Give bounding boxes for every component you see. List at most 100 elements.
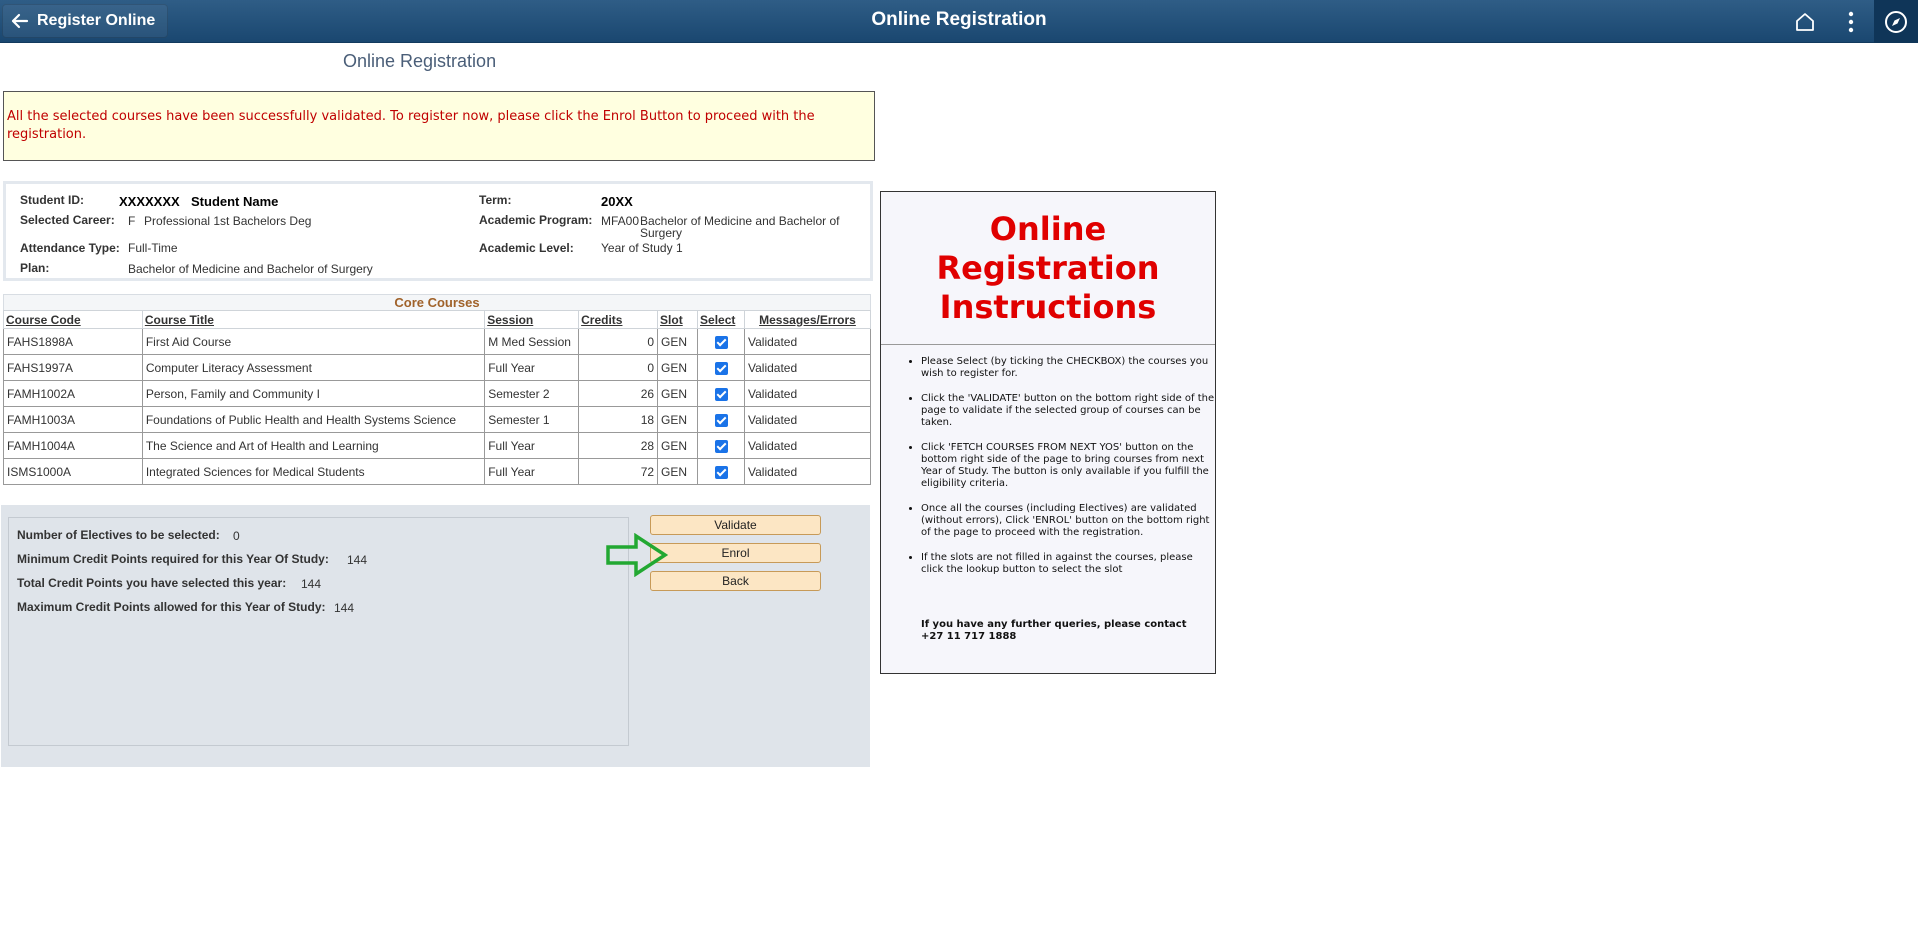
- select-checkbox[interactable]: [714, 335, 728, 349]
- max-credits-value: 144: [334, 601, 355, 615]
- course-message: Validated: [744, 380, 871, 407]
- instruction-item: If the slots are not filled in against t…: [921, 552, 1215, 576]
- instruction-item: Click 'FETCH COURSES FROM NEXT YOS' butt…: [921, 442, 1215, 490]
- course-session: Semester 1: [484, 406, 580, 433]
- course-slot: GEN: [657, 380, 699, 407]
- program-value-line2: Surgery: [640, 226, 683, 240]
- table-row: FAMH1004A The Science and Art of Health …: [3, 432, 871, 459]
- compass-icon: [1885, 10, 1907, 33]
- course-credits: 26: [578, 380, 659, 407]
- course-session: Full Year: [484, 458, 580, 485]
- student-id-value: XXXXXXX: [119, 194, 180, 209]
- select-checkbox[interactable]: [714, 413, 728, 427]
- core-courses-title: Core Courses: [3, 294, 871, 310]
- select-checkbox[interactable]: [714, 465, 728, 479]
- table-row: FAMH1003A Foundations of Public Health a…: [3, 406, 871, 433]
- col-slot[interactable]: Slot: [657, 310, 699, 329]
- course-message: Validated: [744, 328, 871, 355]
- instructions-panel: Online Registration Instructions Please …: [880, 191, 1216, 674]
- select-checkbox[interactable]: [714, 387, 728, 401]
- course-code: FAHS1997A: [3, 354, 143, 381]
- course-title: The Science and Art of Health and Learni…: [141, 432, 486, 459]
- course-session: Semester 2: [484, 380, 580, 407]
- course-message: Validated: [744, 458, 871, 485]
- contact-phone: +27 11 717 1888: [921, 631, 1017, 642]
- course-code: ISMS1000A: [3, 458, 143, 485]
- validate-button[interactable]: Validate: [650, 515, 821, 535]
- enrol-button[interactable]: Enrol: [650, 543, 821, 563]
- course-title: Person, Family and Community I: [141, 380, 486, 407]
- credit-summary-box: Number of Electives to be selected: 0 Mi…: [8, 517, 629, 746]
- total-credits-label: Total Credit Points you have selected th…: [17, 576, 287, 590]
- student-info-panel: Student ID: XXXXXXX Student Name Selecte…: [3, 181, 873, 281]
- instructions-title-line2: Registration: [936, 248, 1160, 287]
- navbar-button[interactable]: [1874, 0, 1918, 43]
- course-slot: GEN: [657, 406, 699, 433]
- home-icon: [1796, 12, 1814, 31]
- select-checkbox[interactable]: [714, 439, 728, 453]
- student-name: Student Name: [191, 194, 279, 209]
- home-button[interactable]: [1782, 0, 1828, 43]
- student-id-label: Student ID:: [20, 193, 84, 207]
- back-button[interactable]: Back: [650, 571, 821, 591]
- top-bar: Register Online Online Registration: [0, 0, 1918, 43]
- attendance-label: Attendance Type:: [20, 241, 120, 255]
- course-title: Foundations of Public Health and Health …: [141, 406, 486, 433]
- course-slot: GEN: [657, 432, 699, 459]
- instruction-item: Once all the courses (including Elective…: [921, 503, 1215, 539]
- career-code: F: [128, 214, 136, 228]
- course-session: Full Year: [484, 354, 580, 381]
- plan-value: Bachelor of Medicine and Bachelor of Sur…: [128, 262, 373, 276]
- table-header-row: Course Code Course Title Session Credits…: [3, 310, 871, 329]
- more-vertical-icon: [1848, 11, 1854, 32]
- green-arrow-pointer: [606, 533, 668, 577]
- electives-value: 0: [233, 529, 240, 543]
- select-checkbox[interactable]: [714, 361, 728, 375]
- course-title: Integrated Sciences for Medical Students: [141, 458, 486, 485]
- career-value: Professional 1st Bachelors Deg: [144, 214, 312, 228]
- validation-message: All the selected courses have been succe…: [3, 91, 875, 161]
- course-credits: 0: [578, 328, 659, 355]
- actions-menu-button[interactable]: [1828, 0, 1874, 43]
- course-session: Full Year: [484, 432, 580, 459]
- table-row: FAHS1898A First Aid Course M Med Session…: [3, 328, 871, 355]
- course-slot: GEN: [657, 354, 699, 381]
- col-course-code[interactable]: Course Code: [3, 310, 143, 329]
- plan-label: Plan:: [20, 261, 50, 275]
- col-select[interactable]: Select: [697, 310, 745, 329]
- career-label: Selected Career:: [20, 213, 115, 227]
- course-code: FAMH1003A: [3, 406, 143, 433]
- col-course-title[interactable]: Course Title: [141, 310, 486, 329]
- col-session[interactable]: Session: [484, 310, 580, 329]
- instructions-title-line3: Instructions: [939, 287, 1157, 326]
- course-credits: 72: [578, 458, 659, 485]
- term-value: 20XX: [601, 194, 633, 209]
- min-credits-value: 144: [347, 553, 368, 567]
- table-row: FAHS1997A Computer Literacy Assessment F…: [3, 354, 871, 381]
- contact-line: If you have any further queries, please …: [921, 619, 1187, 630]
- page-title: Online Registration: [343, 51, 497, 71]
- course-title: Computer Literacy Assessment: [141, 354, 486, 381]
- level-label: Academic Level:: [479, 241, 574, 255]
- col-messages[interactable]: Messages/Errors: [744, 310, 871, 329]
- course-session: M Med Session: [484, 328, 580, 355]
- level-value: Year of Study 1: [601, 241, 683, 255]
- total-credits-value: 144: [301, 577, 322, 591]
- instructions-title: Online Registration Instructions: [881, 192, 1215, 345]
- electives-label: Number of Electives to be selected:: [17, 528, 220, 542]
- col-credits[interactable]: Credits: [578, 310, 659, 329]
- term-label: Term:: [479, 193, 512, 207]
- contact-info: If you have any further queries, please …: [881, 589, 1215, 643]
- course-title: First Aid Course: [141, 328, 486, 355]
- course-message: Validated: [744, 406, 871, 433]
- course-credits: 28: [578, 432, 659, 459]
- course-credits: 18: [578, 406, 659, 433]
- table-row: ISMS1000A Integrated Sciences for Medica…: [3, 458, 871, 485]
- core-courses-grid: Core Courses Course Code Course Title Se…: [3, 294, 871, 485]
- course-code: FAHS1898A: [3, 328, 143, 355]
- course-code: FAMH1004A: [3, 432, 143, 459]
- course-message: Validated: [744, 432, 871, 459]
- course-code: FAMH1002A: [3, 380, 143, 407]
- course-slot: GEN: [657, 458, 699, 485]
- instruction-item: Click the 'VALIDATE' button on the botto…: [921, 393, 1215, 429]
